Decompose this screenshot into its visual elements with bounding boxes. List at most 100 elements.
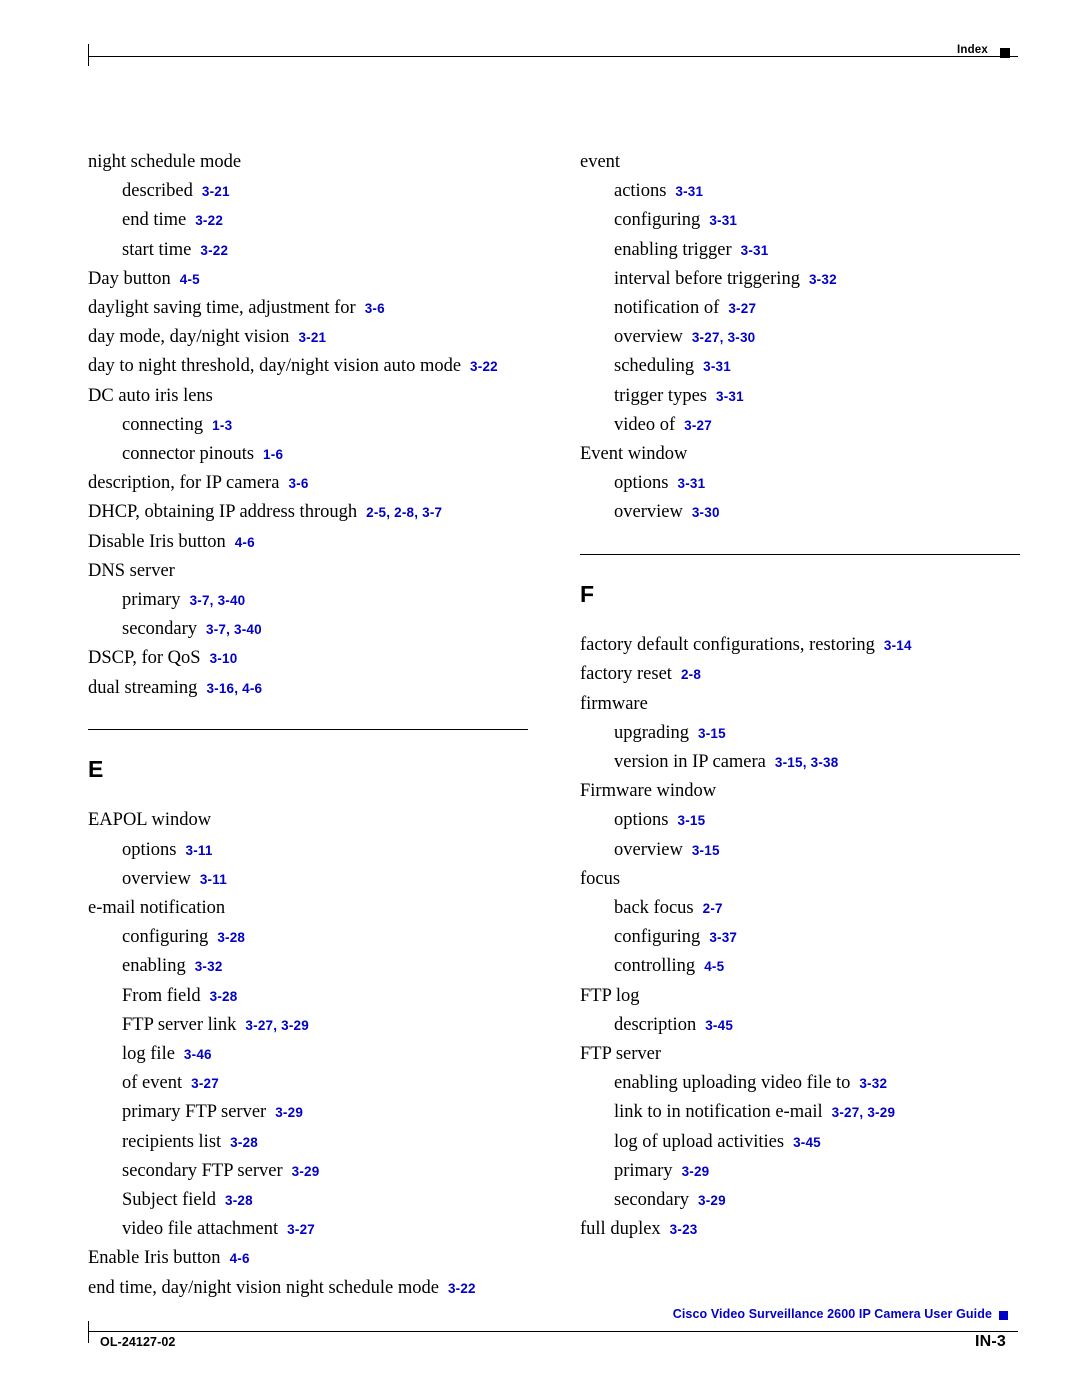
index-entry-page-link[interactable]: 4-5: [704, 959, 724, 974]
index-entry: DNS server: [88, 557, 528, 586]
index-entry-label: Day button: [88, 268, 171, 289]
index-entry: primary FTP server 3-29: [88, 1098, 528, 1127]
index-entry-page-link[interactable]: 3-7, 3-40: [190, 593, 246, 608]
index-section: Ffactory default configurations, restori…: [580, 553, 1020, 1245]
index-entry-page-link[interactable]: 3-31: [716, 389, 744, 404]
index-entry: interval before triggering 3-32: [580, 265, 1020, 294]
index-entry-page-link[interactable]: 3-6: [288, 476, 308, 491]
index-entry-page-link[interactable]: 3-29: [698, 1193, 726, 1208]
index-entry-page-link[interactable]: 3-30: [692, 505, 720, 520]
index-entry-page-link[interactable]: 3-6: [365, 301, 385, 316]
index-entry: FTP log: [580, 982, 1020, 1011]
index-entry-page-link[interactable]: 3-27, 3-30: [692, 330, 756, 345]
index-entry: recipients list 3-28: [88, 1128, 528, 1157]
index-entry-page-link[interactable]: 3-31: [703, 359, 731, 374]
index-entry-page-link[interactable]: 3-27, 3-29: [245, 1018, 309, 1033]
index-entry-label: actions: [614, 181, 667, 202]
index-entry-page-link[interactable]: 3-28: [217, 930, 245, 945]
index-entry-page-link[interactable]: 3-15: [677, 813, 705, 828]
index-entry-page-link[interactable]: 3-10: [210, 651, 238, 666]
index-entry-page-link[interactable]: 3-29: [682, 1164, 710, 1179]
index-entry: start time 3-22: [88, 236, 528, 265]
index-entry-page-link[interactable]: 4-5: [180, 272, 200, 287]
index-entry-label: EAPOL window: [88, 810, 212, 831]
index-entry-page-link[interactable]: 2-8: [681, 667, 701, 682]
index-entry-page-link[interactable]: 3-46: [184, 1047, 212, 1062]
index-entry-page-link[interactable]: 3-22: [470, 359, 498, 374]
index-entry: focus: [580, 865, 1020, 894]
index-entry-page-link[interactable]: 3-45: [793, 1135, 821, 1150]
index-entry-page-link[interactable]: 3-16, 4-6: [206, 681, 262, 696]
index-entry-page-link[interactable]: 4-6: [235, 535, 255, 550]
index-entry: DSCP, for QoS 3-10: [88, 644, 528, 673]
index-entry-page-link[interactable]: 3-31: [677, 476, 705, 491]
index-entry-page-link[interactable]: 3-11: [185, 843, 212, 858]
index-entry-label: factory reset: [580, 664, 672, 685]
index-entry-page-link[interactable]: 3-22: [448, 1281, 476, 1296]
index-entry: daylight saving time, adjustment for 3-6: [88, 294, 528, 323]
index-entry-label: log file: [122, 1043, 175, 1064]
index-entry-page-link[interactable]: 3-27: [191, 1076, 219, 1091]
index-entry-page-link[interactable]: 3-23: [670, 1222, 698, 1237]
index-entry-page-link[interactable]: 3-31: [709, 213, 737, 228]
index-entry-page-link[interactable]: 3-27, 3-29: [832, 1105, 896, 1120]
footer-crop-tick: [88, 1321, 89, 1343]
index-entry: Firmware window: [580, 777, 1020, 806]
index-entry-label: link to in notification e-mail: [614, 1102, 823, 1123]
index-entry-page-link[interactable]: 3-22: [200, 243, 228, 258]
index-entry-page-link[interactable]: 1-6: [263, 447, 283, 462]
index-entry: enabling trigger 3-31: [580, 236, 1020, 265]
header-section-label: Index: [956, 44, 988, 56]
index-entry: secondary 3-29: [580, 1186, 1020, 1215]
index-entry-page-link[interactable]: 3-27: [684, 418, 712, 433]
index-entry-page-link[interactable]: 2-5, 2-8, 3-7: [366, 505, 442, 520]
index-entry-page-link[interactable]: 3-27: [728, 301, 756, 316]
index-entry: of event 3-27: [88, 1069, 528, 1098]
index-entry-page-link[interactable]: 3-31: [741, 243, 769, 258]
index-entry-page-link[interactable]: 3-45: [705, 1018, 733, 1033]
index-entry-page-link[interactable]: 3-37: [709, 930, 737, 945]
index-entry-label: Subject field: [122, 1190, 217, 1210]
index-entry-page-link[interactable]: 3-31: [675, 184, 703, 199]
index-entry-page-link[interactable]: 3-22: [195, 213, 223, 228]
index-entry-page-link[interactable]: 3-28: [230, 1135, 258, 1150]
index-entry-page-link[interactable]: 3-11: [200, 872, 227, 887]
index-entry-label: factory default configurations, restorin…: [580, 635, 875, 656]
index-entry-page-link[interactable]: 3-29: [292, 1164, 320, 1179]
index-entry: day mode, day/night vision 3-21: [88, 323, 528, 352]
index-entry-page-link[interactable]: 3-7, 3-40: [206, 622, 262, 637]
index-entry-page-link[interactable]: 3-15: [692, 843, 720, 858]
index-entry-page-link[interactable]: 3-15, 3-38: [775, 755, 839, 770]
index-entry-page-link[interactable]: 4-6: [230, 1251, 250, 1266]
index-entry-page-link[interactable]: 3-21: [298, 330, 326, 345]
index-entry-page-link[interactable]: 3-14: [884, 638, 912, 653]
footer-guide-title: Cisco Video Surveillance 2600 IP Camera …: [672, 1307, 992, 1321]
index-entry: controlling 4-5: [580, 952, 1020, 981]
index-entry-label: secondary: [614, 1190, 689, 1210]
index-entry-label: firmware: [580, 693, 648, 714]
index-entry-page-link[interactable]: 3-29: [275, 1105, 303, 1120]
index-entry-page-link[interactable]: 2-7: [703, 901, 723, 916]
index-entry-page-link[interactable]: 3-32: [859, 1076, 887, 1091]
index-entry: back focus 2-7: [580, 894, 1020, 923]
index-entry-page-link[interactable]: 3-28: [225, 1193, 253, 1208]
index-entry-page-link[interactable]: 3-27: [287, 1222, 315, 1237]
index-entry-page-link[interactable]: 1-3: [212, 418, 232, 433]
section-letter-heading: F: [580, 581, 595, 608]
index-entry-page-link[interactable]: 3-32: [195, 959, 223, 974]
index-entry: connecting 1-3: [88, 411, 528, 440]
index-entry-page-link[interactable]: 3-32: [809, 272, 837, 287]
index-entry-label: enabling uploading video file to: [614, 1073, 851, 1094]
index-entry-page-link[interactable]: 3-28: [210, 989, 238, 1004]
index-entry: EAPOL window: [88, 806, 528, 835]
index-entry-label: overview: [614, 839, 683, 860]
index-entry: Event window: [580, 440, 1020, 469]
index-entry-page-link[interactable]: 3-21: [202, 184, 230, 199]
index-entry-label: day mode, day/night vision: [88, 327, 290, 348]
index-entry-label: FTP server: [580, 1043, 662, 1064]
index-entry: log file 3-46: [88, 1040, 528, 1069]
index-entry-label: controlling: [614, 956, 696, 977]
index-entry-page-link[interactable]: 3-15: [698, 726, 726, 741]
index-entry: end time 3-22: [88, 206, 528, 235]
index-entry-label: configuring: [614, 210, 701, 231]
